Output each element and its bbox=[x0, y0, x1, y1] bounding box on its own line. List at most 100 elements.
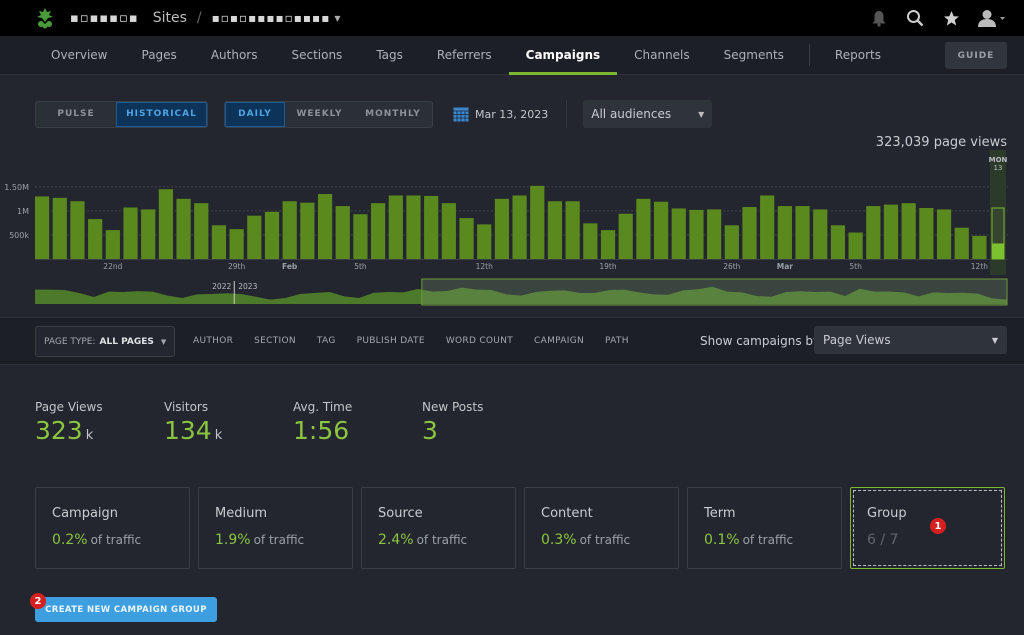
bar[interactable] bbox=[512, 195, 527, 259]
date-picker[interactable]: Mar 13, 2023 bbox=[453, 107, 548, 122]
user-menu-icon[interactable] bbox=[978, 9, 1006, 27]
bar[interactable] bbox=[477, 224, 492, 259]
bar[interactable] bbox=[689, 209, 704, 259]
bar[interactable] bbox=[600, 230, 616, 259]
bar[interactable] bbox=[88, 219, 103, 259]
tab-sections[interactable]: Sections bbox=[274, 36, 359, 75]
filter-word-count[interactable]: WORD COUNT bbox=[446, 336, 513, 346]
tab-referrers[interactable]: Referrers bbox=[420, 36, 509, 75]
bar[interactable] bbox=[724, 225, 739, 259]
bar[interactable] bbox=[459, 218, 474, 259]
bar[interactable] bbox=[707, 209, 722, 259]
tab-overview[interactable]: Overview bbox=[34, 36, 125, 75]
bar[interactable] bbox=[141, 209, 156, 259]
bar[interactable] bbox=[194, 203, 209, 259]
bar[interactable] bbox=[530, 185, 545, 259]
bar[interactable] bbox=[317, 194, 333, 259]
show-by-label: Show campaigns by: bbox=[700, 334, 824, 348]
bar[interactable] bbox=[636, 198, 651, 259]
page-type-select[interactable]: PAGE TYPE: ALL PAGES ▼ bbox=[35, 326, 176, 357]
bar[interactable] bbox=[264, 211, 280, 259]
create-campaign-group-button[interactable]: CREATE NEW CAMPAIGN GROUP bbox=[35, 597, 217, 622]
bar[interactable] bbox=[777, 206, 792, 259]
bell-icon[interactable] bbox=[870, 9, 888, 27]
bar[interactable] bbox=[52, 197, 67, 259]
filter-author[interactable]: AUTHOR bbox=[193, 336, 233, 346]
bar[interactable] bbox=[972, 235, 987, 259]
bar[interactable] bbox=[494, 198, 509, 259]
daily-button[interactable]: DAILY bbox=[225, 101, 285, 127]
show-by-select[interactable]: Page Views ▼ bbox=[814, 326, 1007, 354]
bar[interactable] bbox=[583, 223, 598, 259]
bar[interactable] bbox=[158, 189, 173, 259]
bar[interactable] bbox=[830, 225, 846, 259]
filter-tag[interactable]: TAG bbox=[317, 336, 336, 346]
bar[interactable] bbox=[211, 225, 227, 259]
tab-authors[interactable]: Authors bbox=[194, 36, 275, 75]
chevron-down-icon[interactable]: ▼ bbox=[334, 14, 340, 23]
bar[interactable] bbox=[742, 207, 757, 259]
bar[interactable] bbox=[300, 202, 315, 259]
site-selector[interactable]: ▪▫▪▫▪▪▪▪▫▪▪▪▪ bbox=[212, 11, 331, 25]
bar[interactable] bbox=[335, 206, 350, 259]
bar[interactable] bbox=[282, 201, 297, 259]
card-campaign[interactable]: Campaign 0.2% of traffic bbox=[35, 487, 190, 569]
bar[interactable] bbox=[388, 195, 403, 259]
bar[interactable] bbox=[229, 229, 244, 259]
bar[interactable] bbox=[813, 209, 828, 259]
bar[interactable] bbox=[618, 213, 633, 259]
bar[interactable] bbox=[35, 196, 50, 259]
card-group[interactable]: Group 6 / 7 1 bbox=[850, 487, 1005, 569]
tab-channels[interactable]: Channels bbox=[617, 36, 707, 75]
bar[interactable] bbox=[105, 230, 120, 259]
historical-button[interactable]: HISTORICAL bbox=[116, 101, 207, 127]
bar[interactable] bbox=[123, 207, 138, 259]
bar[interactable] bbox=[176, 198, 191, 259]
card-content[interactable]: Content 0.3% of traffic bbox=[524, 487, 679, 569]
bar[interactable] bbox=[565, 201, 580, 259]
bar[interactable] bbox=[406, 195, 421, 259]
search-icon[interactable] bbox=[906, 9, 924, 27]
bar[interactable] bbox=[353, 214, 368, 259]
overview-range-chart[interactable]: 2022 2023 bbox=[0, 275, 1024, 311]
bar[interactable] bbox=[936, 209, 952, 259]
bar[interactable] bbox=[795, 206, 810, 259]
filter-campaign[interactable]: CAMPAIGN bbox=[534, 336, 584, 346]
bar[interactable] bbox=[547, 201, 563, 259]
tab-tags[interactable]: Tags bbox=[359, 36, 420, 75]
filter-publish-date[interactable]: PUBLISH DATE bbox=[357, 336, 425, 346]
bar[interactable] bbox=[760, 195, 775, 259]
overview-selection-window[interactable] bbox=[421, 278, 1008, 306]
star-icon[interactable] bbox=[942, 9, 960, 27]
tab-reports[interactable]: Reports bbox=[818, 36, 898, 75]
filter-path[interactable]: PATH bbox=[605, 336, 629, 346]
card-medium[interactable]: Medium 1.9% of traffic bbox=[198, 487, 353, 569]
bar[interactable] bbox=[424, 195, 439, 259]
bar[interactable] bbox=[371, 203, 386, 259]
audience-select[interactable]: All audiences ▼ bbox=[583, 100, 713, 128]
parsely-logo-icon[interactable] bbox=[34, 7, 56, 29]
sites-link[interactable]: Sites bbox=[153, 10, 187, 26]
bar[interactable] bbox=[848, 232, 863, 259]
bar[interactable] bbox=[70, 201, 85, 259]
guide-button[interactable]: GUIDE bbox=[945, 42, 1007, 69]
bar[interactable] bbox=[883, 204, 899, 259]
filter-section[interactable]: SECTION bbox=[254, 336, 296, 346]
bar[interactable] bbox=[901, 203, 916, 259]
card-term[interactable]: Term 0.1% of traffic bbox=[687, 487, 842, 569]
current-day-bar[interactable] bbox=[992, 243, 1004, 259]
pulse-button[interactable]: PULSE bbox=[36, 102, 116, 127]
bar[interactable] bbox=[919, 207, 934, 259]
tab-segments[interactable]: Segments bbox=[707, 36, 801, 75]
monthly-button[interactable]: MONTHLY bbox=[354, 102, 432, 127]
bar[interactable] bbox=[247, 215, 262, 259]
tab-pages[interactable]: Pages bbox=[125, 36, 194, 75]
bar[interactable] bbox=[866, 206, 881, 259]
bar[interactable] bbox=[954, 227, 969, 259]
bar[interactable] bbox=[441, 203, 456, 259]
weekly-button[interactable]: WEEKLY bbox=[285, 102, 354, 127]
bar[interactable] bbox=[653, 201, 669, 259]
card-source[interactable]: Source 2.4% of traffic bbox=[361, 487, 516, 569]
tab-campaigns[interactable]: Campaigns bbox=[508, 36, 618, 75]
bar[interactable] bbox=[671, 208, 686, 259]
